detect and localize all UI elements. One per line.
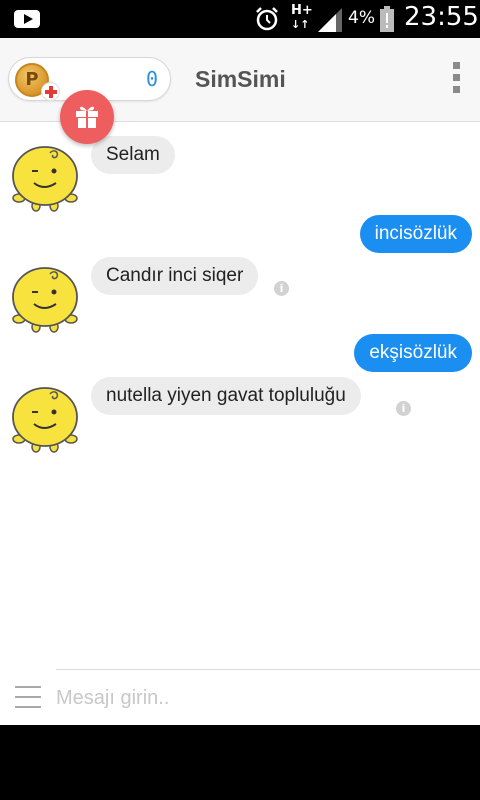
system-nav-area — [0, 725, 480, 800]
info-icon[interactable]: i — [396, 401, 411, 416]
simsimi-avatar — [12, 146, 78, 212]
user-message-bubble[interactable]: incisözlük — [359, 215, 472, 253]
signal-bars-icon — [318, 8, 342, 32]
gift-icon — [76, 106, 98, 128]
info-icon[interactable]: i — [274, 281, 289, 296]
simsimi-avatar — [12, 387, 78, 453]
red-plus-icon — [41, 82, 60, 101]
bot-message-bubble[interactable]: nutella yiyen gavat topluluğu — [91, 377, 361, 415]
bot-message-bubble[interactable]: Candır inci siqer — [91, 257, 259, 295]
network-type-label: H+ ↓↑ — [291, 3, 313, 32]
gift-button[interactable] — [60, 90, 114, 144]
hamburger-menu-icon[interactable] — [15, 686, 41, 708]
simsimi-avatar — [12, 267, 78, 333]
simsimi-app: P 0 SimSimi Selam incisözlük Candır inci… — [0, 38, 480, 725]
alarm-clock-icon — [256, 7, 278, 31]
battery-percentage: 4% — [348, 8, 375, 28]
points-value: 0 — [145, 67, 158, 91]
status-clock: 23:55 — [404, 2, 479, 32]
youtube-icon — [14, 10, 40, 28]
input-divider — [56, 669, 480, 670]
message-input-bar — [0, 669, 480, 725]
message-input[interactable] — [56, 681, 466, 715]
battery-low-icon — [380, 6, 394, 32]
more-vertical-icon[interactable] — [448, 62, 464, 98]
bot-message-bubble[interactable]: Selam — [91, 136, 175, 174]
chat-list[interactable]: Selam incisözlük Candır inci siqer i ekş… — [0, 122, 480, 669]
status-bar: H+ ↓↑ 4% 23:55 — [0, 0, 480, 38]
app-title: SimSimi — [195, 66, 286, 92]
user-message-bubble[interactable]: ekşisözlük — [354, 334, 472, 372]
app-bar: P 0 SimSimi — [0, 38, 480, 144]
